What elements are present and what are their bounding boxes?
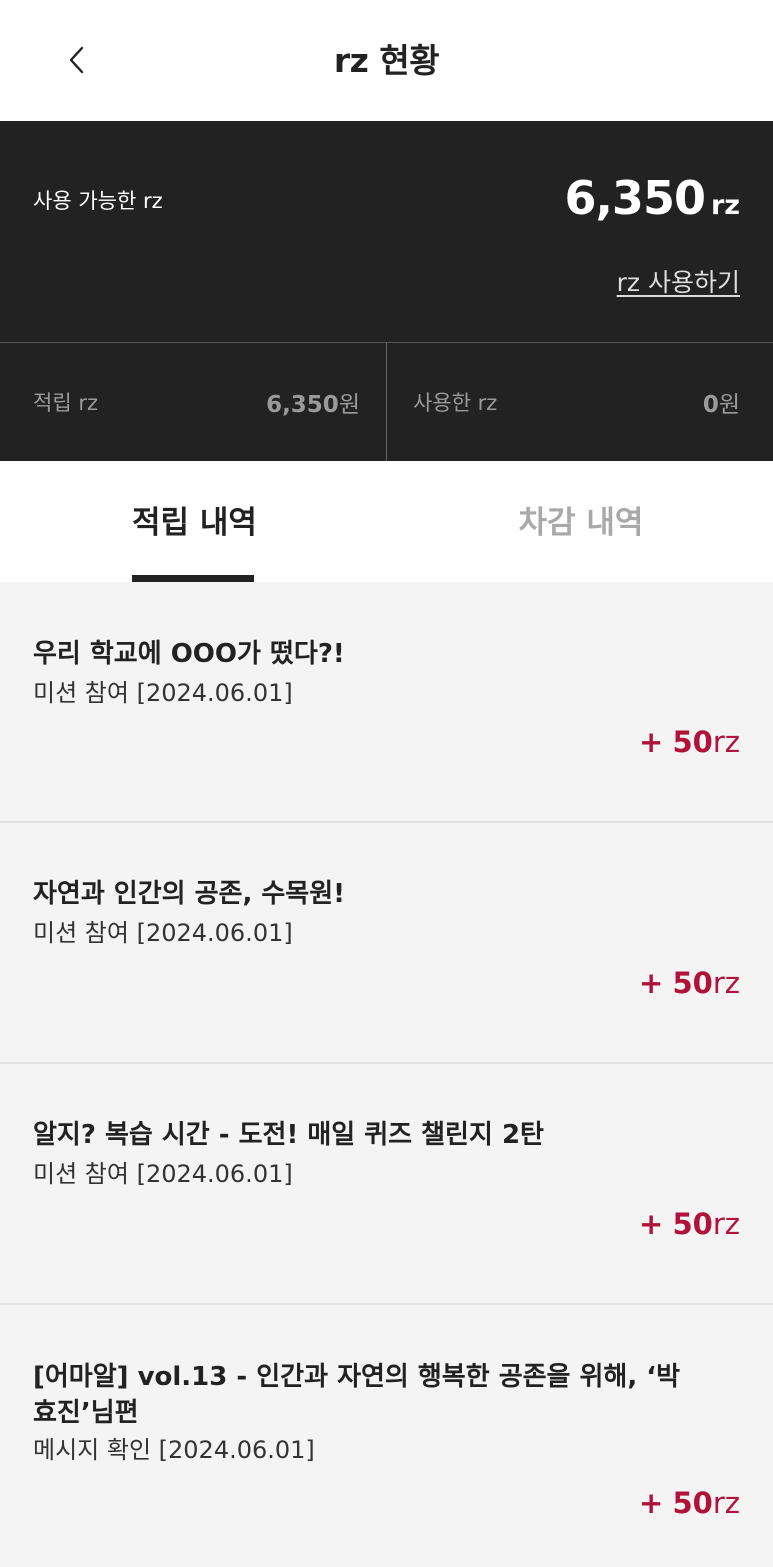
app-header: rz 현황 xyxy=(0,0,773,121)
used-rz-value: 0 xyxy=(702,392,719,418)
earned-rz-unit: 원 xyxy=(338,392,360,418)
use-rz-link[interactable]: rz 사용하기 xyxy=(617,263,740,299)
used-rz-unit: 원 xyxy=(718,392,740,418)
page-title: rz 현황 xyxy=(333,41,440,80)
available-rz-section: 사용 가능한 rz 6,350 rz rz 사용하기 xyxy=(0,121,773,343)
earned-rz-value-wrap: 6,350원 xyxy=(266,385,360,419)
item-reward: + 50rz xyxy=(639,724,740,760)
reward-sign: + xyxy=(638,1486,664,1520)
earned-rz-label: 적립 rz xyxy=(33,391,98,415)
item-subtitle: 미션 참여 [2024.06.01] xyxy=(33,919,293,947)
used-rz-value-wrap: 0원 xyxy=(703,385,740,419)
item-reward: + 50rz xyxy=(639,1485,740,1521)
reward-unit: rz xyxy=(712,1207,740,1241)
list-item[interactable]: 자연과 인간의 공존, 수목원! 미션 참여 [2024.06.01] + 50… xyxy=(0,823,773,1064)
rz-summary-panel: 사용 가능한 rz 6,350 rz rz 사용하기 적립 rz 6,350원 … xyxy=(0,121,773,461)
tab-deducted-label: 차감 내역 xyxy=(518,505,644,541)
reward-unit: rz xyxy=(712,1486,740,1520)
item-reward: + 50rz xyxy=(639,1206,740,1242)
reward-unit: rz xyxy=(712,966,740,1000)
earned-rz-stat: 적립 rz 6,350원 xyxy=(0,343,386,461)
item-title: 자연과 인간의 공존, 수목원! xyxy=(33,879,346,909)
used-rz-label: 사용한 rz xyxy=(413,391,498,415)
reward-amount: 50 xyxy=(672,1486,713,1520)
item-title: 알지? 복습 시간 - 도전! 매일 퀴즈 챌린지 2탄 xyxy=(33,1120,544,1150)
tab-earned-history[interactable]: 적립 내역 xyxy=(0,461,387,582)
reward-sign: + xyxy=(638,1207,664,1241)
available-rz-amount: 6,350 rz xyxy=(564,171,740,225)
item-subtitle: 미션 참여 [2024.06.01] xyxy=(33,679,293,707)
active-tab-indicator xyxy=(132,575,254,582)
item-reward: + 50rz xyxy=(639,965,740,1001)
tab-earned-label: 적립 내역 xyxy=(132,505,257,541)
item-title: 우리 학교에 OOO가 떴다?! xyxy=(33,639,345,669)
earned-rz-value: 6,350 xyxy=(266,392,339,418)
rz-stats: 적립 rz 6,350원 사용한 rz 0원 xyxy=(0,343,773,461)
reward-amount: 50 xyxy=(672,966,713,1000)
reward-amount: 50 xyxy=(672,1207,713,1241)
available-rz-unit: rz xyxy=(710,190,740,221)
reward-sign: + xyxy=(638,725,664,759)
reward-sign: + xyxy=(638,966,664,1000)
item-title: [어마알] vol.13 - 인간과 자연의 행복한 공존을 위해, ‘박효진’… xyxy=(33,1362,681,1428)
reward-unit: rz xyxy=(712,725,740,759)
list-item[interactable]: 우리 학교에 OOO가 떴다?! 미션 참여 [2024.06.01] + 50… xyxy=(0,582,773,823)
list-item[interactable]: [어마알] vol.13 - 인간과 자연의 행복한 공존을 위해, ‘박효진’… xyxy=(0,1305,773,1567)
used-rz-stat: 사용한 rz 0원 xyxy=(386,343,773,461)
history-tabs: 적립 내역 차감 내역 xyxy=(0,461,773,582)
reward-amount: 50 xyxy=(672,725,713,759)
item-subtitle: 메시지 확인 [2024.06.01] xyxy=(33,1436,315,1464)
available-rz-label: 사용 가능한 rz xyxy=(33,189,163,213)
tab-deducted-history[interactable]: 차감 내역 xyxy=(387,461,773,582)
list-item[interactable]: 알지? 복습 시간 - 도전! 매일 퀴즈 챌린지 2탄 미션 참여 [2024… xyxy=(0,1064,773,1305)
item-subtitle: 미션 참여 [2024.06.01] xyxy=(33,1160,293,1188)
earned-history-list: 우리 학교에 OOO가 떴다?! 미션 참여 [2024.06.01] + 50… xyxy=(0,582,773,1567)
available-rz-value: 6,350 xyxy=(564,171,706,225)
